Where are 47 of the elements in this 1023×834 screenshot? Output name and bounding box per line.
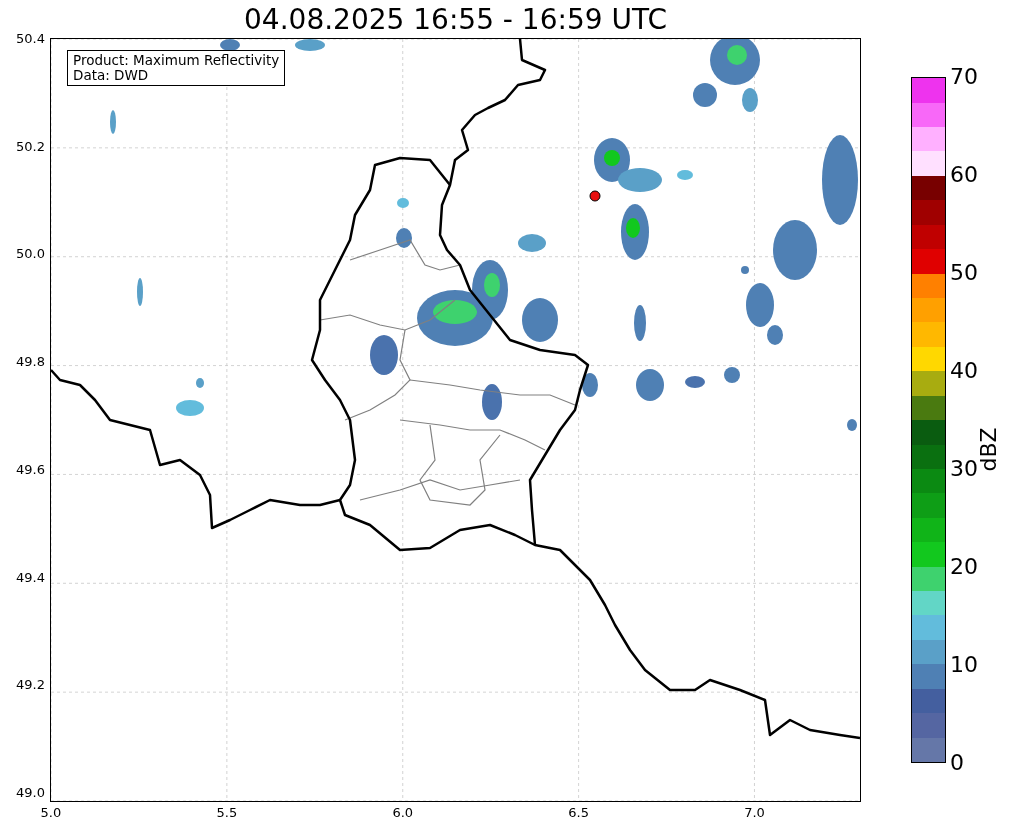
chart-title: 04.08.2025 16:55 - 16:59 UTC <box>244 2 667 38</box>
colorbar-tick-label: 60 <box>950 161 978 189</box>
radar-echo <box>741 266 749 274</box>
colorbar-tick-label: 20 <box>950 553 978 581</box>
radar-echo <box>396 228 412 248</box>
y-axis-tick-label: 49.8 <box>16 354 45 371</box>
y-axis-tick-label: 50.0 <box>16 246 45 263</box>
legend-text: Data: DWD <box>73 68 150 83</box>
radar-echo <box>110 110 116 134</box>
y-axis-tick-label: 49.6 <box>16 461 45 478</box>
radar-echo <box>220 39 240 51</box>
x-axis-tick-label: 5.0 <box>39 805 63 821</box>
radar-echo <box>295 39 325 51</box>
colorbar-tick-label: 50 <box>950 259 978 287</box>
location-marker <box>589 190 601 202</box>
radar-echo <box>370 335 398 375</box>
colorbar-tick-label: 70 <box>950 63 978 91</box>
radar-echo <box>742 88 758 112</box>
colorbar-tick-label: 40 <box>950 357 978 385</box>
colorbar-tick-label: 10 <box>950 651 978 679</box>
x-axis-tick-label: 6.5 <box>567 805 590 821</box>
radar-echo <box>847 419 857 431</box>
radar-echo <box>582 373 598 397</box>
y-axis-tick-label: 49.4 <box>16 569 45 586</box>
radar-echo <box>634 305 646 341</box>
radar-echo <box>636 369 664 401</box>
radar-echo <box>518 234 546 252</box>
radar-echo <box>685 376 705 388</box>
radar-echo <box>677 170 693 180</box>
radar-echo <box>773 220 817 280</box>
y-axis-tick-label: 50.4 <box>16 31 45 47</box>
legend-text: Product: Maximum Reflectivity <box>73 53 280 68</box>
radar-echo <box>196 378 204 388</box>
x-axis-tick-label: 6.0 <box>391 805 415 821</box>
radar-echo <box>724 367 740 383</box>
colorbar-tick-label: 0 <box>950 749 965 777</box>
x-axis-tick-label: 5.5 <box>215 805 239 821</box>
y-axis-tick-label: 49.2 <box>16 677 45 694</box>
y-axis-tick-label: 50.2 <box>16 138 45 155</box>
colorbar-tick-label: 30 <box>950 455 978 483</box>
radar-echo <box>397 198 409 208</box>
radar-echo <box>137 278 143 306</box>
radar-echo <box>176 400 204 416</box>
x-axis-tick-label: 7.0 <box>743 805 766 821</box>
y-axis-tick-label: 49.0 <box>16 784 45 801</box>
radar-echo <box>522 298 558 342</box>
radar-echo <box>482 384 502 420</box>
